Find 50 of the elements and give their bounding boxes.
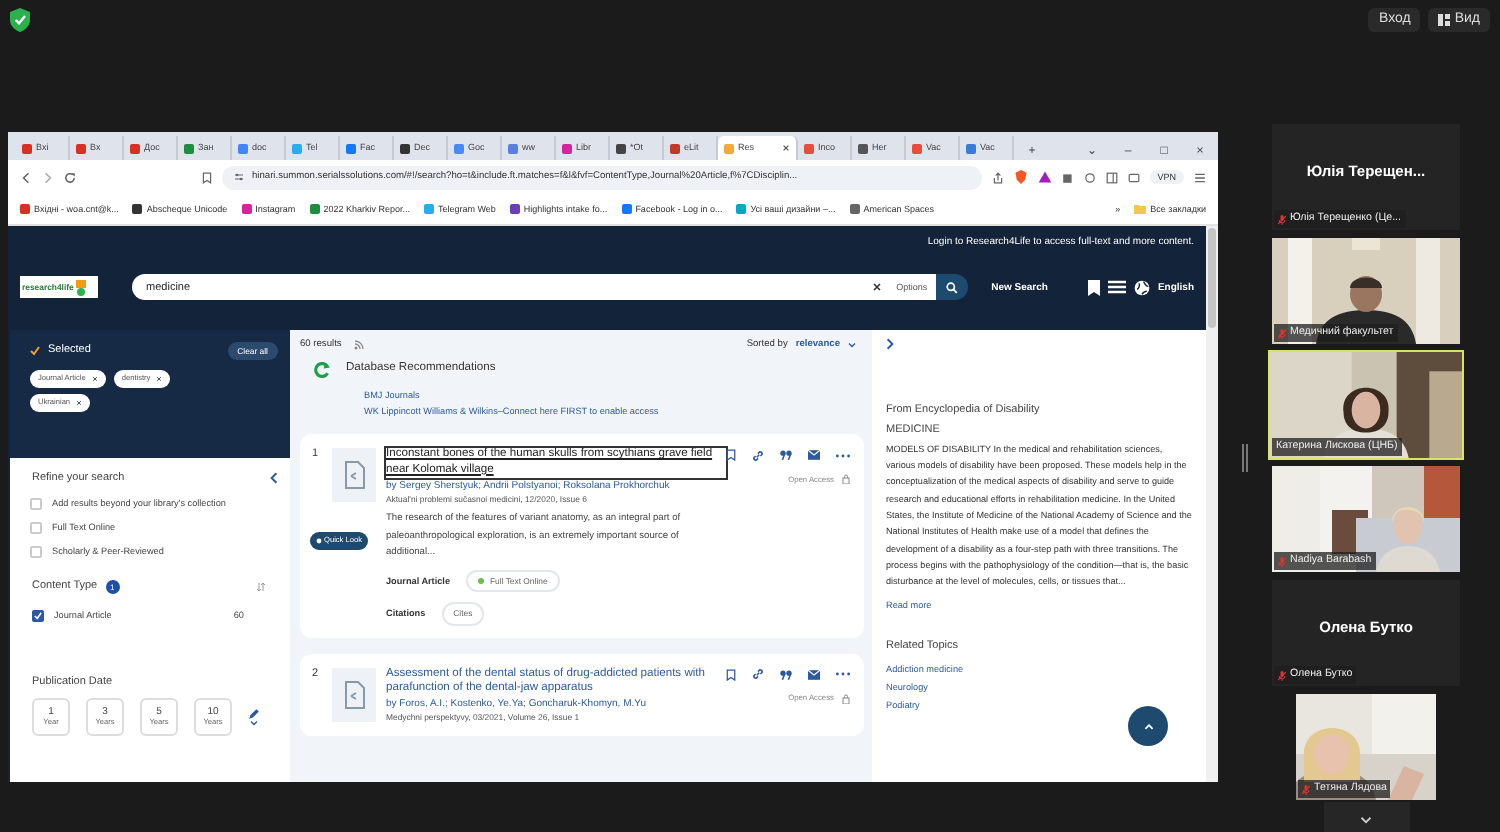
resize-handle[interactable] [1242,444,1248,472]
triangle-icon[interactable] [1037,170,1052,184]
scrollbar[interactable] [1206,226,1218,782]
chevron-down-icon [1360,816,1372,824]
close-icon[interactable] [76,399,83,406]
bookmark-icon[interactable] [726,448,736,463]
expand-icon[interactable] [886,338,894,350]
shield-icon [10,8,30,32]
mail-icon[interactable] [808,669,820,680]
refresh-icon [314,361,330,378]
site-settings-icon [234,172,244,182]
close-icon [782,144,790,152]
chevron-down-icon[interactable] [848,342,856,349]
check-icon [34,611,42,620]
close-icon [872,282,883,293]
sidebar-icon[interactable] [1105,171,1118,183]
more-icon[interactable] [836,453,850,458]
bookmark-icon[interactable] [726,667,736,682]
checkbox[interactable] [32,609,44,622]
pencil-icon[interactable] [248,707,260,720]
lock-icon [842,693,850,704]
status-dot-icon [478,578,484,585]
quote-icon[interactable] [780,450,792,461]
rss-icon[interactable] [353,340,364,351]
share-icon[interactable] [991,171,1004,183]
chevron-up-icon [1143,723,1153,729]
bookmark-icon[interactable] [1087,279,1100,296]
quote-icon[interactable] [780,669,792,680]
link-icon[interactable] [752,668,764,681]
link-icon[interactable] [752,449,764,462]
chevron-down-icon[interactable] [250,719,258,726]
scroll-to-top-button[interactable] [1128,706,1168,746]
search-button[interactable] [935,274,968,301]
lock-icon [842,474,850,485]
mail-icon[interactable] [808,450,820,461]
document-icon [332,667,377,722]
collapse-icon[interactable] [270,472,278,485]
sort-icon[interactable] [256,581,266,592]
check-icon [30,346,40,357]
folder-icon [1134,204,1147,214]
more-icon[interactable] [836,672,850,677]
search-icon [945,281,958,294]
reload-icon[interactable] [64,171,76,183]
grid-icon [1438,14,1451,26]
close-icon[interactable] [91,376,98,383]
globe-icon[interactable] [1133,279,1150,296]
close-icon[interactable] [156,376,163,383]
circle-icon[interactable] [1083,171,1096,183]
back-icon[interactable] [20,171,32,183]
document-icon [332,448,377,503]
